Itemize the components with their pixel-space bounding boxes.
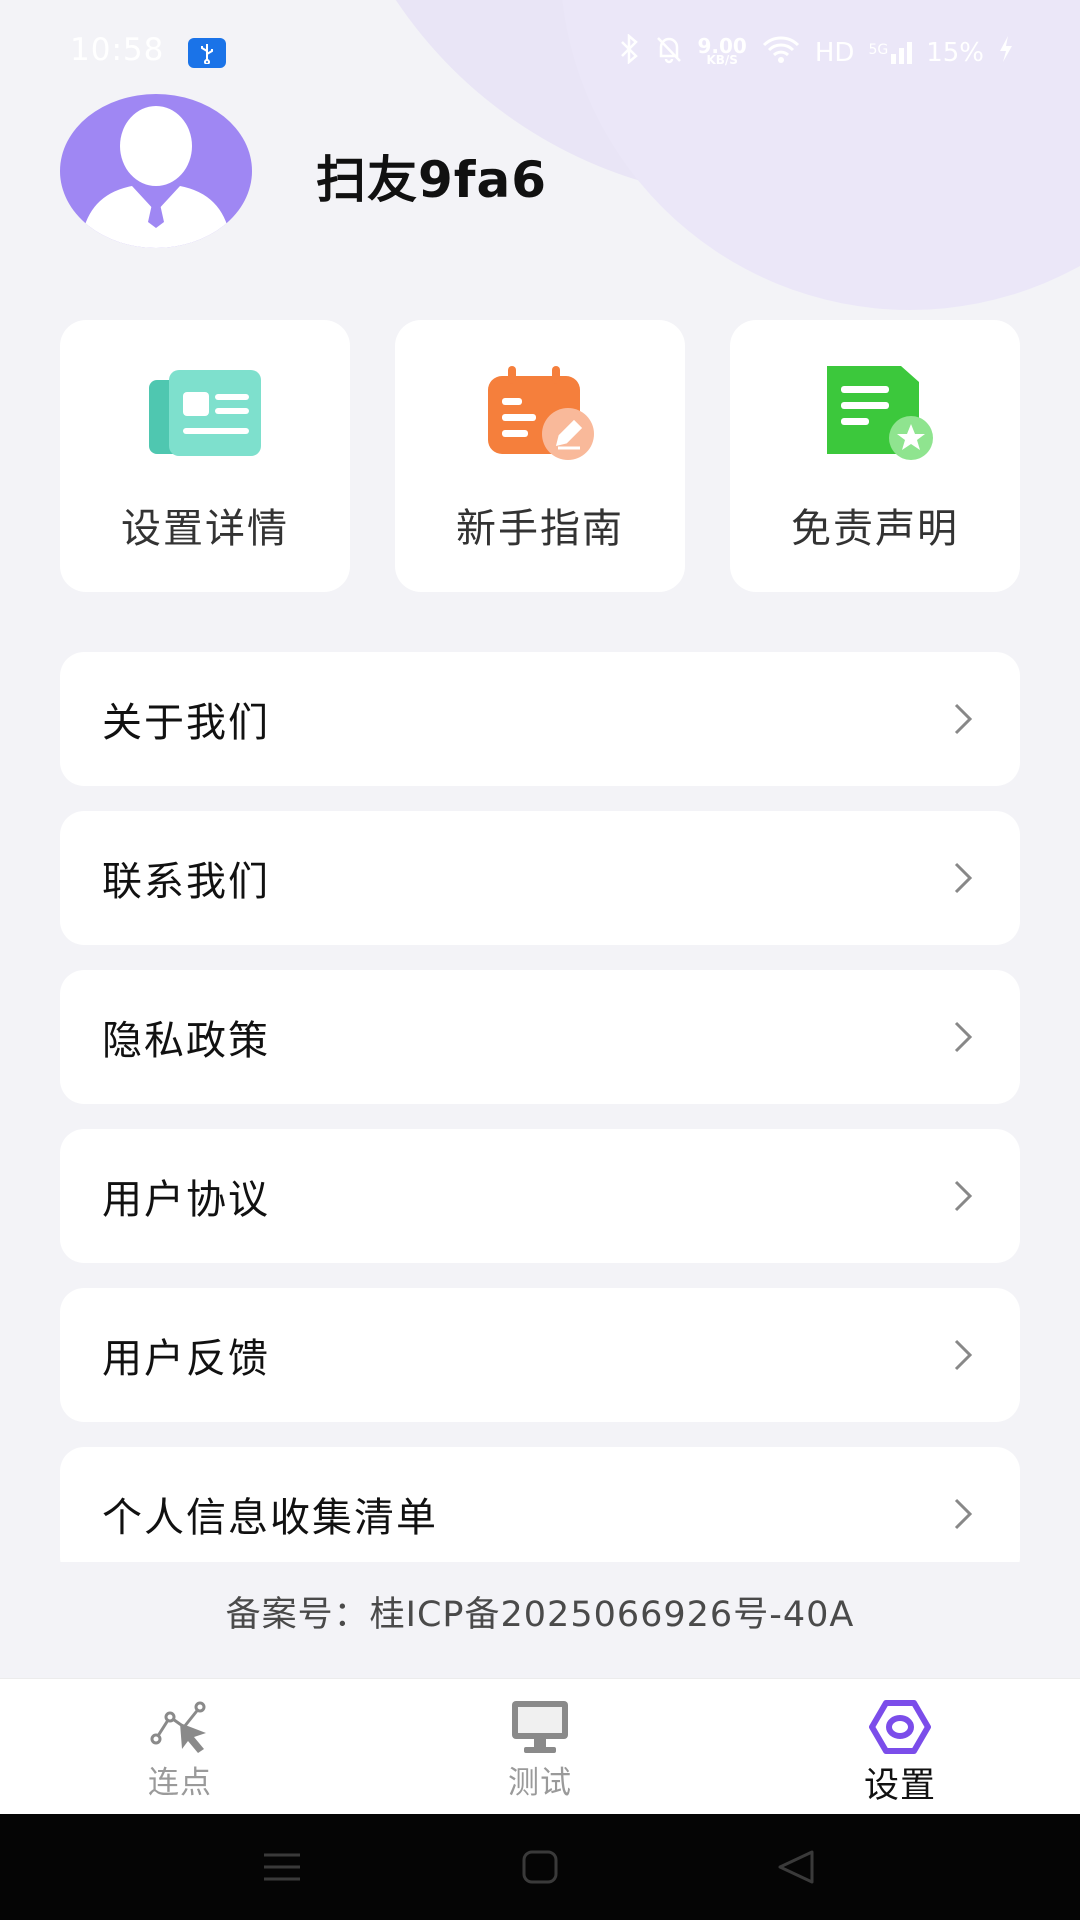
quick-actions: 设置详情 新手指南 免责声明 <box>60 320 1020 592</box>
menu-item-label: 用户协议 <box>102 1177 270 1223</box>
menu-item-privacy-policy[interactable]: 隐私政策 <box>60 970 1020 1104</box>
chevron-right-icon <box>954 1339 973 1371</box>
hexagon-settings-icon <box>869 1700 931 1754</box>
back-triangle-icon[interactable] <box>776 1849 816 1885</box>
quick-action-label: 设置详情 <box>121 506 289 552</box>
wifi-icon <box>761 34 801 71</box>
menu-item-label: 个人信息收集清单 <box>102 1495 438 1541</box>
chevron-right-icon <box>954 1498 973 1530</box>
menu-item-label: 用户反馈 <box>102 1336 270 1382</box>
document-star-icon <box>827 366 933 460</box>
network-speed-unit: KB/S <box>706 52 738 67</box>
status-indicators: 9.00 KB/S HD 5G 15% <box>618 33 1015 71</box>
network-speed-value: 9.00 <box>697 33 747 58</box>
chevron-right-icon <box>954 703 973 735</box>
chevron-right-icon <box>954 1021 973 1053</box>
quick-action-disclaimer[interactable]: 免责声明 <box>730 320 1020 592</box>
network-speed: 9.00 KB/S <box>697 33 747 67</box>
menu-item-personal-info-list[interactable]: 个人信息收集清单 <box>60 1447 1020 1562</box>
username[interactable]: 扫友9fa6 <box>316 140 547 212</box>
tab-label: 设置 <box>863 1766 936 1806</box>
tab-label: 连点 <box>148 1765 212 1801</box>
tab-label: 测试 <box>508 1765 572 1801</box>
status-time: 10:58 <box>70 32 165 68</box>
signal-type-label: 5G <box>868 41 889 58</box>
system-navigation-bar <box>0 1814 1080 1920</box>
status-bar: 10:58 9.00 KB/S HD 5G 15% <box>0 0 1080 104</box>
bottom-tab-bar: 连点 测试 设置 <box>0 1678 1080 1815</box>
menu-list: 关于我们 联系我们 隐私政策 用户协议 用户反馈 个人信息收集清单 <box>60 652 1020 1562</box>
menu-item-label: 关于我们 <box>102 700 270 746</box>
id-card-icon <box>149 370 261 456</box>
tab-auto-click[interactable]: 连点 <box>0 1679 360 1815</box>
home-square-icon[interactable] <box>521 1849 559 1885</box>
chevron-right-icon <box>954 1180 973 1212</box>
monitor-icon <box>512 1701 568 1753</box>
usb-icon <box>188 38 226 68</box>
quick-action-settings-detail[interactable]: 设置详情 <box>60 320 350 592</box>
quick-action-label: 免责声明 <box>791 506 959 552</box>
tab-test[interactable]: 测试 <box>360 1679 720 1815</box>
mute-bell-icon <box>654 34 684 71</box>
menu-item-about-us[interactable]: 关于我们 <box>60 652 1020 786</box>
battery-percent: 15% <box>926 37 984 68</box>
menu-item-user-agreement[interactable]: 用户协议 <box>60 1129 1020 1263</box>
network-type-label: HD <box>814 37 855 68</box>
menu-item-label: 联系我们 <box>102 859 270 905</box>
menu-lines-icon[interactable] <box>262 1849 302 1885</box>
quick-action-label: 新手指南 <box>456 506 624 552</box>
calendar-edit-icon <box>488 366 594 460</box>
icp-record-text: 备案号：桂ICP备2025066926号-40A <box>225 1595 855 1635</box>
bluetooth-icon <box>618 33 640 71</box>
settings-screen: 10:58 9.00 KB/S HD 5G 15% 扫友9fa6 设置详情 新手… <box>0 0 1080 1920</box>
chevron-right-icon <box>954 862 973 894</box>
cursor-click-icon <box>150 1701 206 1753</box>
cellular-signal-icon: 5G <box>868 41 913 64</box>
menu-item-label: 隐私政策 <box>102 1018 270 1064</box>
quick-action-beginner-guide[interactable]: 新手指南 <box>395 320 685 592</box>
avatar[interactable] <box>60 94 252 248</box>
menu-item-user-feedback[interactable]: 用户反馈 <box>60 1288 1020 1422</box>
charging-icon <box>998 35 1014 70</box>
tab-settings[interactable]: 设置 <box>720 1679 1080 1815</box>
menu-item-contact-us[interactable]: 联系我们 <box>60 811 1020 945</box>
